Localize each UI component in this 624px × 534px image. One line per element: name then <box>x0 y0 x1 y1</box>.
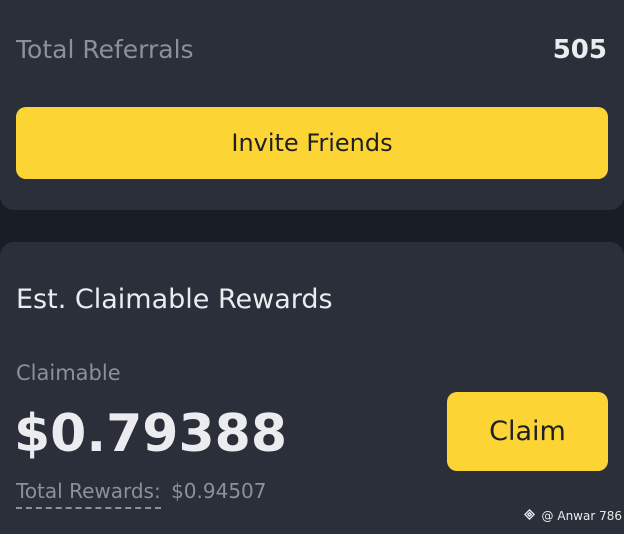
total-referrals-label: Total Referrals <box>16 35 194 64</box>
rewards-section-title: Est. Claimable Rewards <box>16 284 333 315</box>
invite-friends-button[interactable]: Invite Friends <box>16 107 608 179</box>
referrals-card: Total Referrals 505 Invite Friends <box>0 0 624 210</box>
claimable-amount: $0.79388 <box>14 404 288 464</box>
watermark: @ Anwar 786 <box>523 508 622 524</box>
binance-diamond-icon <box>523 508 535 524</box>
claim-button[interactable]: Claim <box>447 392 608 471</box>
total-rewards-label[interactable]: Total Rewards: <box>16 478 161 509</box>
total-rewards-value: $0.94507 <box>171 479 267 503</box>
total-rewards-row: Total Rewards: $0.94507 <box>16 478 267 509</box>
watermark-text: @ Anwar 786 <box>541 509 622 523</box>
claimable-label: Claimable <box>16 361 121 385</box>
total-referrals-count: 505 <box>552 35 607 65</box>
